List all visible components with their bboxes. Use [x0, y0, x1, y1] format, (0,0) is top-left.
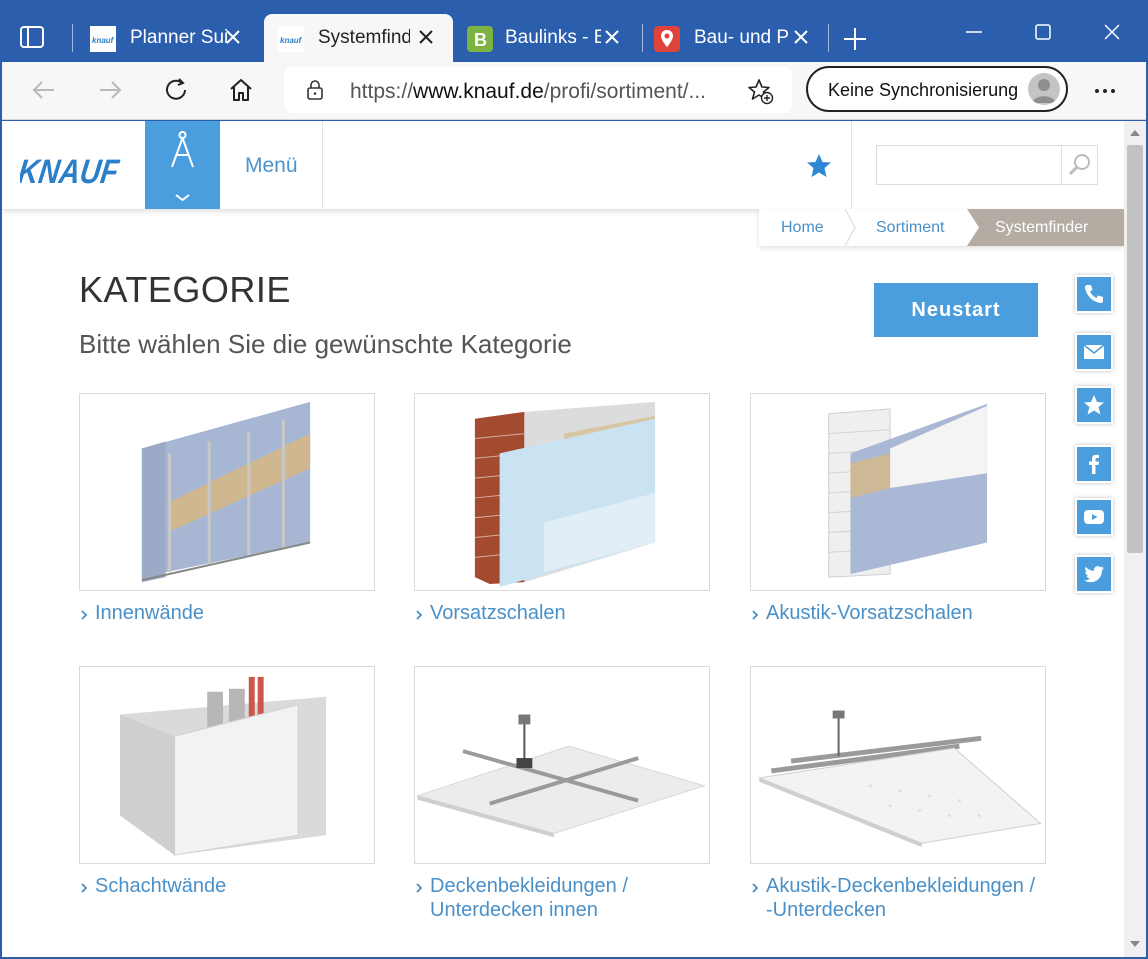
tab-separator — [828, 24, 829, 52]
sync-label: Keine Synchronisierung — [828, 80, 1019, 100]
category-image[interactable] — [414, 666, 710, 864]
tab-title: Baulinks - B — [505, 27, 601, 48]
url-text[interactable]: https://www.knauf.de/profi/sortiment/... — [350, 80, 722, 104]
reload-icon[interactable] — [160, 74, 192, 106]
close-icon[interactable] — [790, 26, 812, 48]
tab-actions-icon[interactable] — [18, 22, 48, 52]
twitter-icon — [1084, 566, 1104, 583]
breadcrumb-separator — [967, 209, 979, 246]
breadcrumb-sortiment[interactable]: Sortiment — [876, 219, 944, 237]
page-scrollbar[interactable] — [1124, 121, 1146, 957]
profile-sync-button[interactable]: Keine Synchronisierung — [806, 66, 1068, 112]
close-icon[interactable] — [601, 26, 623, 48]
avatar — [1028, 73, 1060, 105]
facebook-icon — [1089, 454, 1099, 474]
page-subtitle: Bitte wählen Sie die gewünschte Kategori… — [79, 329, 572, 359]
scroll-up-icon[interactable] — [1129, 128, 1141, 138]
search-input[interactable] — [877, 146, 1063, 184]
chevron-right-icon — [416, 610, 423, 620]
breadcrumb-systemfinder: Systemfinder — [967, 209, 1124, 246]
scrollbar-thumb[interactable] — [1127, 145, 1143, 553]
tab-title: Bau- und Pl — [694, 27, 790, 48]
social-mail-button[interactable] — [1075, 333, 1113, 371]
favorites-star-icon[interactable] — [806, 153, 832, 179]
new-tab-icon[interactable] — [838, 22, 872, 56]
breadcrumb-home[interactable]: Home — [781, 219, 824, 237]
site-search — [876, 145, 1098, 185]
tab-planner-suite[interactable]: knauf Planner Sui — [76, 14, 260, 62]
site-header: KNAUF Menü — [2, 121, 1124, 209]
chevron-right-icon — [81, 610, 88, 620]
breadcrumb: Home Sortiment Systemfinder — [759, 209, 1124, 246]
close-icon[interactable] — [415, 26, 437, 48]
svg-text:KNAUF: KNAUF — [20, 153, 122, 191]
compass-icon — [171, 131, 194, 202]
category-link[interactable]: Innenwände — [79, 601, 369, 625]
knauf-favicon: knauf — [278, 26, 304, 52]
phone-icon — [1085, 285, 1103, 303]
tab-baulinks[interactable]: B Baulinks - B — [455, 14, 639, 62]
category-link[interactable]: Akustik-Deckenbekleidungen / -Unterdecke… — [750, 874, 1040, 922]
scroll-down-icon[interactable] — [1129, 939, 1141, 949]
tab-title: Systemfind — [318, 27, 410, 48]
baulinks-favicon: B — [467, 26, 493, 52]
page-title: KATEGORIE — [79, 269, 291, 310]
category-link[interactable]: Schachtwände — [79, 874, 369, 898]
social-favorite-button[interactable] — [1075, 386, 1113, 424]
lock-icon[interactable] — [304, 79, 326, 101]
back-icon[interactable] — [28, 74, 60, 106]
search-button[interactable] — [1061, 146, 1097, 184]
menu-label: Menü — [245, 154, 298, 177]
category-image[interactable] — [750, 393, 1046, 591]
svg-text:knauf: knauf — [92, 36, 115, 45]
chevron-right-icon — [416, 883, 423, 893]
category-image[interactable] — [414, 393, 710, 591]
knauf-logo[interactable]: KNAUF — [20, 131, 124, 199]
svg-text:knauf: knauf — [280, 36, 303, 45]
category-image[interactable] — [79, 666, 375, 864]
close-icon[interactable] — [222, 26, 244, 48]
social-twitter-button[interactable] — [1075, 555, 1113, 593]
search-icon — [1068, 154, 1090, 176]
forward-icon[interactable] — [94, 74, 126, 106]
restart-button[interactable]: Neustart — [874, 283, 1038, 337]
category-link[interactable]: Vorsatzschalen — [414, 601, 704, 625]
chevron-right-icon — [752, 883, 759, 893]
tab-separator — [72, 24, 73, 52]
chevron-right-icon — [752, 610, 759, 620]
chevron-right-icon — [81, 883, 88, 893]
planner-suite-button[interactable] — [145, 121, 220, 209]
breadcrumb-separator — [844, 209, 856, 246]
svg-text:B: B — [474, 30, 487, 50]
youtube-icon — [1084, 510, 1104, 524]
window-close-icon[interactable] — [1094, 14, 1130, 50]
category-image[interactable] — [750, 666, 1046, 864]
address-bar[interactable]: https://www.knauf.de/profi/sortiment/... — [284, 67, 792, 113]
map-pin-favicon — [654, 26, 680, 52]
category-link[interactable]: Akustik-Vorsatzschalen — [750, 601, 1040, 625]
browser-toolbar: https://www.knauf.de/profi/sortiment/...… — [2, 62, 1146, 120]
star-icon — [1084, 395, 1104, 415]
social-phone-button[interactable] — [1075, 275, 1113, 313]
tab-systemfinder[interactable]: knauf Systemfind — [264, 14, 453, 62]
tab-bau-und-planung[interactable]: Bau- und Pl — [644, 14, 828, 62]
menu-button[interactable]: Menü — [220, 121, 323, 209]
more-options-icon[interactable] — [1090, 76, 1120, 106]
mail-icon — [1083, 344, 1105, 359]
social-facebook-button[interactable] — [1075, 445, 1113, 483]
social-youtube-button[interactable] — [1075, 498, 1113, 536]
minimize-icon[interactable] — [956, 14, 992, 50]
category-image[interactable] — [79, 393, 375, 591]
add-favorite-icon[interactable] — [746, 77, 774, 105]
maximize-icon[interactable] — [1025, 14, 1061, 50]
knauf-favicon: knauf — [90, 26, 116, 52]
tab-separator — [642, 24, 643, 52]
header-divider — [851, 121, 852, 209]
page-viewport: KNAUF Menü Home Sortiment Systemfinder K… — [2, 121, 1146, 957]
browser-tab-bar: knauf Planner Sui knauf Systemfind B Bau… — [0, 0, 1148, 62]
category-link[interactable]: Deckenbekleidungen / Unterdecken innen — [414, 874, 704, 922]
home-icon[interactable] — [225, 74, 257, 106]
